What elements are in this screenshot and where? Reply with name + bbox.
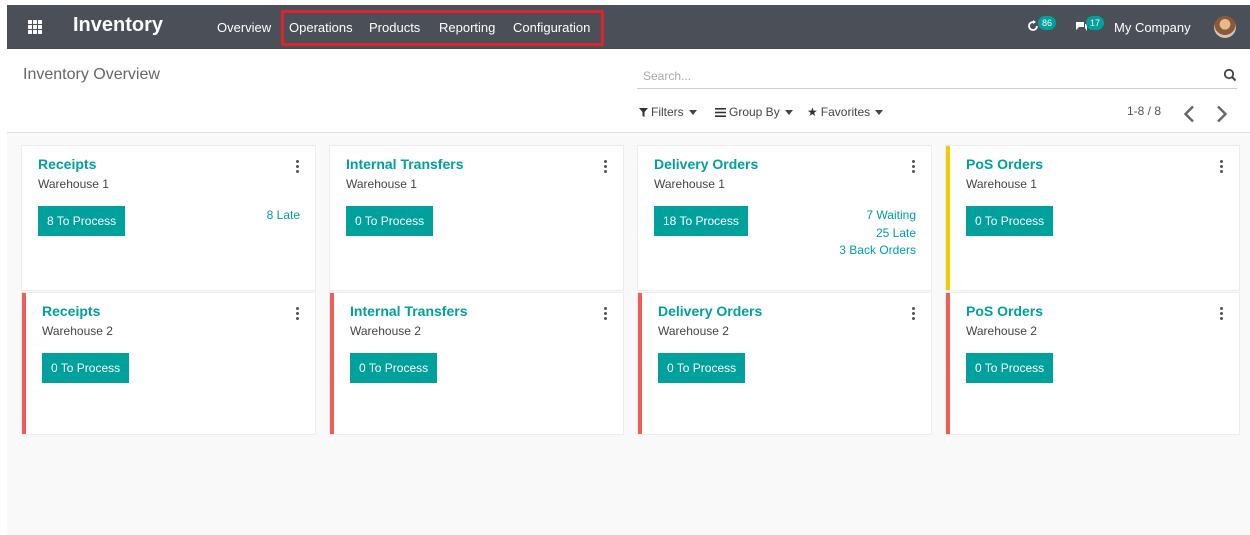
search-icon[interactable]	[1223, 68, 1237, 82]
control-panel: Inventory Overview Filters Group By ★ Fa…	[7, 49, 1250, 133]
card-warehouse: Warehouse 2	[658, 324, 729, 338]
card-delivery-orders-warehouse-2[interactable]: Delivery Orders Warehouse 2 0 To Process	[638, 293, 931, 434]
card-internal-transfers-warehouse-2[interactable]: Internal Transfers Warehouse 2 0 To Proc…	[330, 293, 623, 434]
group-by-label: Group By	[729, 105, 780, 119]
app-title[interactable]: Inventory	[73, 14, 163, 37]
filters-label: Filters	[651, 105, 684, 119]
card-title[interactable]: PoS Orders	[966, 156, 1043, 172]
to-process-button[interactable]: 8 To Process	[38, 206, 126, 236]
pager-value[interactable]: 1-8 / 8	[1127, 104, 1161, 118]
to-process-button[interactable]: 0 To Process	[350, 353, 438, 383]
to-process-button[interactable]: 0 To Process	[346, 206, 434, 236]
group-by-button[interactable]: Group By	[715, 105, 793, 119]
activity-count-badge: 86	[1038, 16, 1057, 30]
menu-overview[interactable]: Overview	[217, 20, 271, 35]
to-process-button[interactable]: 18 To Process	[654, 206, 748, 236]
card-internal-transfers-warehouse-1[interactable]: Internal Transfers Warehouse 1 0 To Proc…	[330, 146, 623, 290]
kebab-menu-icon[interactable]	[296, 307, 300, 321]
to-process-button[interactable]: 0 To Process	[966, 353, 1054, 383]
caret-down-icon	[784, 109, 793, 115]
chevron-left-icon[interactable]	[1182, 105, 1198, 123]
filter-icon	[639, 107, 648, 117]
kebab-menu-icon[interactable]	[296, 160, 300, 174]
card-receipts-warehouse-2[interactable]: Receipts Warehouse 2 0 To Process	[22, 293, 315, 434]
group-by-icon	[715, 107, 726, 117]
card-warehouse: Warehouse 1	[38, 177, 109, 191]
to-process-button[interactable]: 0 To Process	[42, 353, 130, 383]
apps-icon[interactable]	[28, 20, 42, 34]
app-frame: Inventory Overview Operations Products R…	[7, 5, 1250, 535]
top-navbar: Inventory Overview Operations Products R…	[7, 5, 1250, 49]
card-title[interactable]: Delivery Orders	[658, 303, 762, 319]
card-warehouse: Warehouse 1	[654, 177, 725, 191]
chevron-right-icon[interactable]	[1213, 105, 1229, 123]
favorites-label: Favorites	[820, 105, 871, 119]
kebab-menu-icon[interactable]	[604, 160, 608, 174]
caret-down-icon	[688, 109, 697, 115]
card-title[interactable]: Receipts	[38, 156, 96, 172]
late-link[interactable]: 25 Late	[876, 226, 916, 240]
page-title: Inventory Overview	[23, 66, 160, 83]
search-input[interactable]	[637, 63, 1237, 89]
kebab-menu-icon[interactable]	[1220, 307, 1224, 321]
late-link[interactable]: 8 Late	[267, 208, 300, 222]
kebab-menu-icon[interactable]	[604, 307, 608, 321]
card-warehouse: Warehouse 2	[42, 324, 113, 338]
card-pos-orders-warehouse-2[interactable]: PoS Orders Warehouse 2 0 To Process	[946, 293, 1239, 434]
card-title[interactable]: Receipts	[42, 303, 100, 319]
company-switcher[interactable]: My Company	[1114, 20, 1191, 35]
card-title[interactable]: Internal Transfers	[350, 303, 468, 319]
user-avatar[interactable]	[1214, 16, 1236, 38]
kebab-menu-icon[interactable]	[912, 307, 916, 321]
favorites-star-icon: ★	[807, 105, 818, 119]
card-title[interactable]: Delivery Orders	[654, 156, 758, 172]
waiting-link[interactable]: 7 Waiting	[866, 208, 916, 222]
card-warehouse: Warehouse 2	[966, 324, 1037, 338]
card-warehouse: Warehouse 2	[350, 324, 421, 338]
card-title[interactable]: Internal Transfers	[346, 156, 464, 172]
to-process-button[interactable]: 0 To Process	[658, 353, 746, 383]
card-warehouse: Warehouse 1	[346, 177, 417, 191]
card-delivery-orders-warehouse-1[interactable]: Delivery Orders Warehouse 1 18 To Proces…	[638, 146, 931, 290]
card-title[interactable]: PoS Orders	[966, 303, 1043, 319]
card-warehouse: Warehouse 1	[966, 177, 1037, 191]
card-receipts-warehouse-1[interactable]: Receipts Warehouse 1 8 To Process 8 Late	[22, 146, 315, 290]
caret-down-icon	[875, 109, 884, 115]
kebab-menu-icon[interactable]	[912, 160, 916, 174]
message-count-badge: 17	[1086, 16, 1105, 30]
card-pos-orders-warehouse-1[interactable]: PoS Orders Warehouse 1 0 To Process	[946, 146, 1239, 290]
back-orders-link[interactable]: 3 Back Orders	[839, 243, 916, 257]
filters-button[interactable]: Filters	[639, 105, 697, 119]
to-process-button[interactable]: 0 To Process	[966, 206, 1054, 236]
kebab-menu-icon[interactable]	[1220, 160, 1224, 174]
favorites-button[interactable]: ★ Favorites	[807, 105, 884, 119]
menu-highlight-box	[281, 10, 604, 46]
